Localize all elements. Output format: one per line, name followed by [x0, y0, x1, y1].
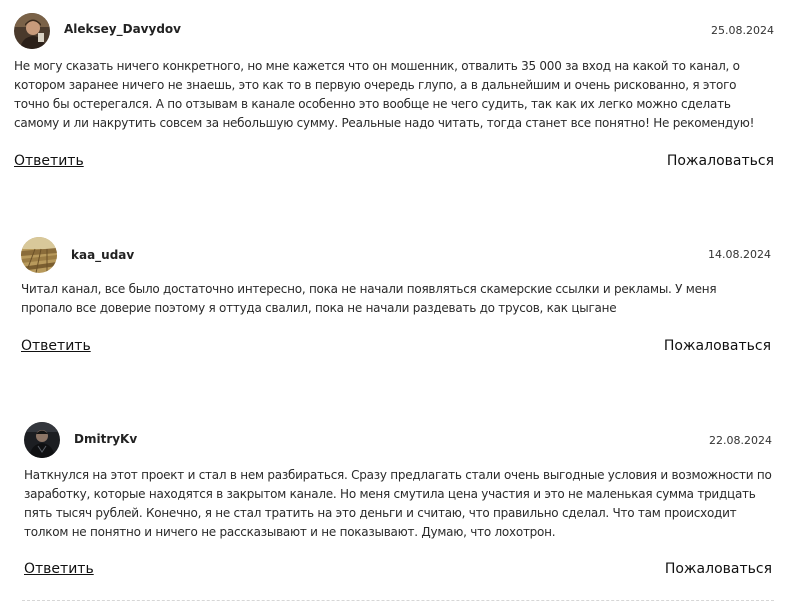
- author-name: DmitryKv: [74, 432, 138, 446]
- comment-actions: Ответить Пожаловаться: [14, 153, 774, 173]
- comment-card: DmitryKv 22.08.2024 Наткнулся на этот пр…: [24, 422, 772, 582]
- report-link[interactable]: Пожаловаться: [665, 561, 772, 577]
- comment-header: DmitryKv 22.08.2024: [24, 422, 772, 462]
- comment-header: Aleksey_Davydov 25.08.2024: [14, 13, 774, 53]
- comment-date: 14.08.2024: [708, 248, 771, 261]
- divider: [22, 600, 774, 601]
- reply-link[interactable]: Ответить: [14, 153, 84, 169]
- avatar-photo-man-icon: [14, 13, 50, 49]
- avatar-photo-dark-icon: [24, 422, 60, 458]
- reply-link[interactable]: Ответить: [21, 338, 91, 354]
- comment-date: 25.08.2024: [711, 24, 774, 37]
- comment-actions: Ответить Пожаловаться: [21, 338, 771, 358]
- reply-link[interactable]: Ответить: [24, 561, 94, 577]
- comment-actions: Ответить Пожаловаться: [24, 561, 772, 581]
- comment-text: Наткнулся на этот проект и стал в нем ра…: [24, 468, 772, 539]
- avatar[interactable]: [24, 422, 60, 458]
- comment-date: 22.08.2024: [709, 434, 772, 447]
- avatar[interactable]: [21, 237, 57, 273]
- comment-card: Aleksey_Davydov 25.08.2024 Не могу сказа…: [14, 13, 774, 173]
- report-link[interactable]: Пожаловаться: [664, 338, 771, 354]
- comment-text: Не могу сказать ничего конкретного, но м…: [14, 59, 755, 130]
- avatar-photo-field-icon: [21, 237, 57, 273]
- avatar[interactable]: [14, 13, 50, 49]
- author-name: Aleksey_Davydov: [64, 22, 181, 36]
- comment-card: kaa_udav 14.08.2024 Читал канал, все был…: [21, 237, 771, 362]
- author-name: kaa_udav: [71, 248, 135, 262]
- comment-header: kaa_udav 14.08.2024: [21, 237, 771, 277]
- comment-text: Читал канал, все было достаточно интерес…: [21, 282, 717, 315]
- report-link[interactable]: Пожаловаться: [667, 153, 774, 169]
